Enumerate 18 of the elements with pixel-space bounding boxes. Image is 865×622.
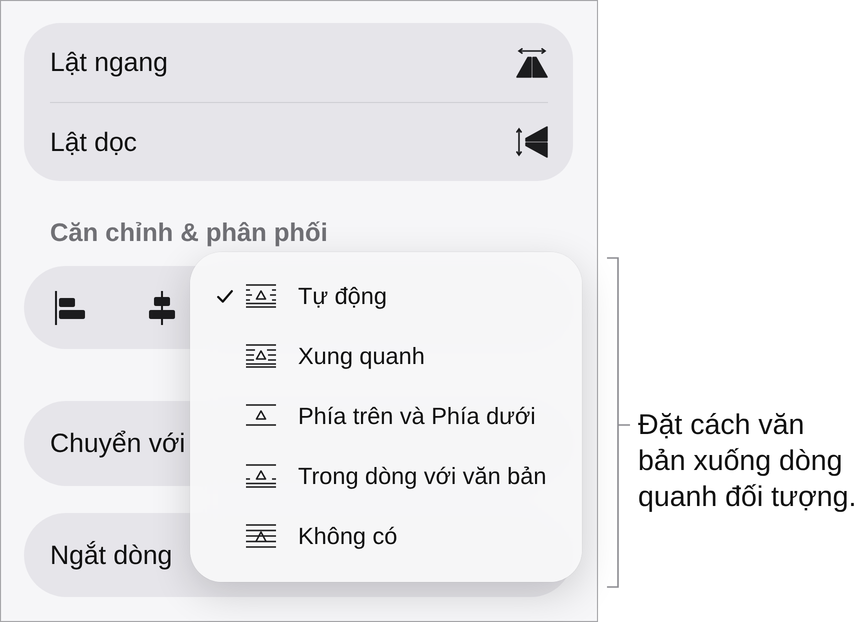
menu-item[interactable]: Không có (217, 506, 582, 566)
text-wrap-none-icon (246, 524, 276, 548)
flip-horizontal-icon (516, 48, 548, 78)
menu-item[interactable]: Xung quanh (217, 326, 582, 386)
section-header: Căn chỉnh & phân phối (49, 218, 329, 249)
menu-item[interactable]: Tự động (217, 266, 582, 326)
align-left-icon[interactable] (55, 290, 85, 324)
text-wrap-around-icon (246, 344, 276, 368)
callout-text: Đặt cách văn bản xuống dòng quanh đối tượng. (638, 408, 856, 515)
flip-option[interactable]: Lật ngang (50, 23, 548, 102)
text-wrap-above-below-icon (246, 404, 276, 428)
flip-option[interactable]: Lật dọc (50, 102, 548, 181)
flip-vertical-icon (516, 126, 548, 158)
text-wrap-auto-icon (246, 284, 276, 308)
menu-item[interactable]: Trong dòng với văn bản (217, 446, 582, 506)
align-center-icon[interactable] (148, 290, 176, 324)
menu-item[interactable]: Phía trên và Phía dưới (217, 386, 582, 446)
text-wrap-inline-icon (246, 464, 276, 488)
